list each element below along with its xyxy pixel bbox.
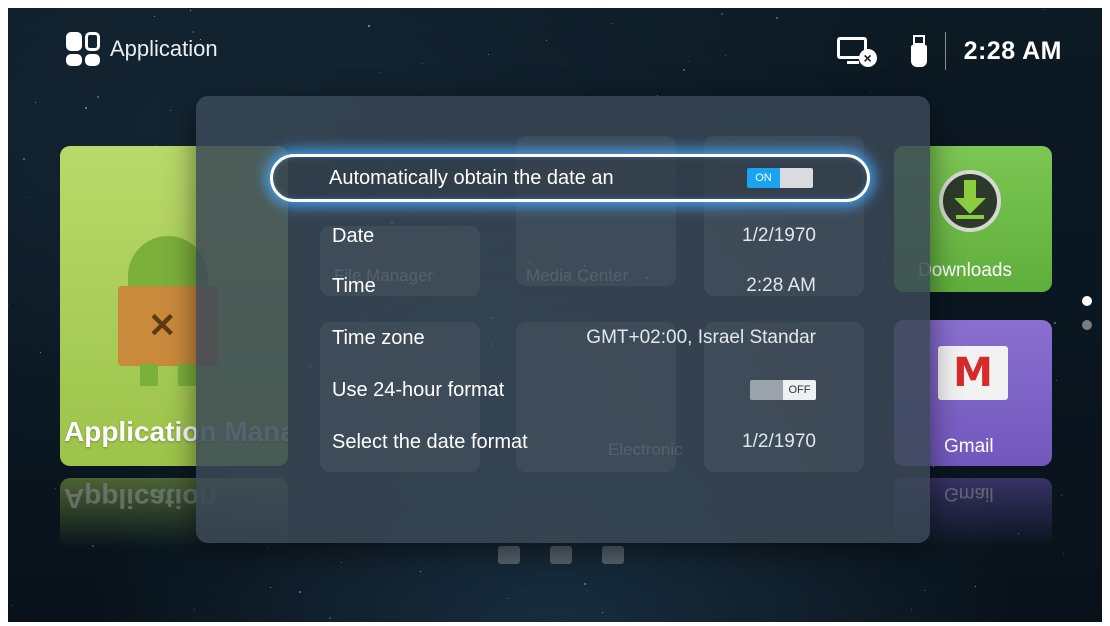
auto-date-time-toggle[interactable]: ON [747, 168, 813, 188]
bottom-dock [498, 546, 624, 564]
gmail-envelope-icon: M [938, 346, 1008, 400]
star [932, 466, 934, 468]
row-value: GMT+02:00, Israel Standar [586, 327, 816, 348]
star [368, 24, 371, 27]
network-disconnected-icon: × [836, 35, 877, 67]
star [298, 591, 301, 594]
gmail-label: Gmail [944, 436, 994, 457]
star [721, 12, 724, 15]
star [1053, 321, 1056, 324]
star [97, 95, 100, 98]
app-manager-reflection-text: Application [64, 483, 217, 514]
row-value: 1/2/1970 [742, 431, 816, 452]
star [602, 611, 604, 613]
star [12, 604, 14, 606]
star [683, 68, 686, 71]
usb-icon [910, 35, 927, 67]
star [1043, 9, 1045, 11]
clock: 2:28 AM [963, 36, 1062, 65]
star [40, 351, 42, 353]
time-row[interactable]: Time 2:28 AM [270, 262, 870, 310]
gmail-reflection-text: Gmail [944, 483, 994, 504]
row-label: Automatically obtain the date an [329, 166, 614, 189]
downloads-label: Downloads [918, 260, 1012, 281]
page-dot [1082, 320, 1092, 330]
section-title: Application [110, 36, 218, 61]
row-label: Use 24-hour format [332, 378, 505, 401]
star [688, 60, 690, 62]
star [507, 597, 509, 599]
star [422, 63, 424, 65]
status-divider [944, 32, 946, 70]
star [583, 583, 586, 586]
row-label: Date [332, 224, 375, 247]
star [612, 22, 614, 24]
row-label: Time zone [332, 326, 425, 349]
star [911, 608, 913, 610]
star [378, 71, 380, 73]
row-label: Time [332, 274, 376, 297]
star [724, 54, 726, 56]
time-zone-row[interactable]: Time zone GMT+02:00, Israel Standar [270, 314, 870, 362]
star [169, 110, 171, 112]
star [775, 16, 778, 19]
star [190, 9, 192, 11]
auto-date-time-row[interactable]: Automatically obtain the date an ON [270, 154, 870, 202]
grid-icon [66, 32, 100, 66]
star [923, 589, 925, 591]
star [1056, 379, 1058, 381]
star [153, 15, 155, 17]
date-format-row[interactable]: Select the date format 1/2/1970 [270, 418, 870, 466]
star [487, 54, 489, 56]
page-dot-active [1082, 296, 1092, 306]
dock-apps-icon[interactable] [602, 546, 624, 564]
star [193, 609, 195, 611]
star [546, 39, 548, 41]
star [270, 586, 272, 588]
star [1060, 495, 1062, 497]
star [974, 586, 976, 588]
row-value: 1/2/1970 [742, 225, 816, 246]
section-header: Application [66, 32, 218, 66]
download-icon [939, 170, 1001, 232]
tv-launcher-screen: Application × 2:28 AM ✕ Application Mana… [8, 8, 1102, 622]
row-value: 2:28 AM [746, 275, 816, 296]
star [869, 91, 871, 93]
star [84, 106, 87, 109]
status-bar: × 2:28 AM [836, 32, 1062, 70]
star [22, 157, 25, 160]
dock-monitor-icon[interactable] [498, 546, 520, 564]
24-hour-format-row[interactable]: Use 24-hour format OFF [270, 366, 870, 414]
toggle-state-label: OFF [783, 380, 816, 400]
dock-home-icon[interactable] [550, 546, 572, 564]
star [34, 102, 36, 104]
star [419, 570, 421, 572]
row-label: Select the date format [332, 430, 528, 453]
toggle-state-label: ON [747, 168, 780, 188]
star [340, 561, 342, 563]
star [328, 617, 331, 620]
page-indicator [1082, 296, 1092, 344]
star [8, 305, 10, 307]
date-time-settings-dialog: File Manager Media Center Electronic Aut… [196, 96, 930, 543]
star [28, 196, 30, 198]
star [55, 488, 57, 490]
date-row[interactable]: Date 1/2/1970 [270, 212, 870, 260]
star [1063, 553, 1065, 554]
24-hour-format-toggle[interactable]: OFF [750, 380, 816, 400]
